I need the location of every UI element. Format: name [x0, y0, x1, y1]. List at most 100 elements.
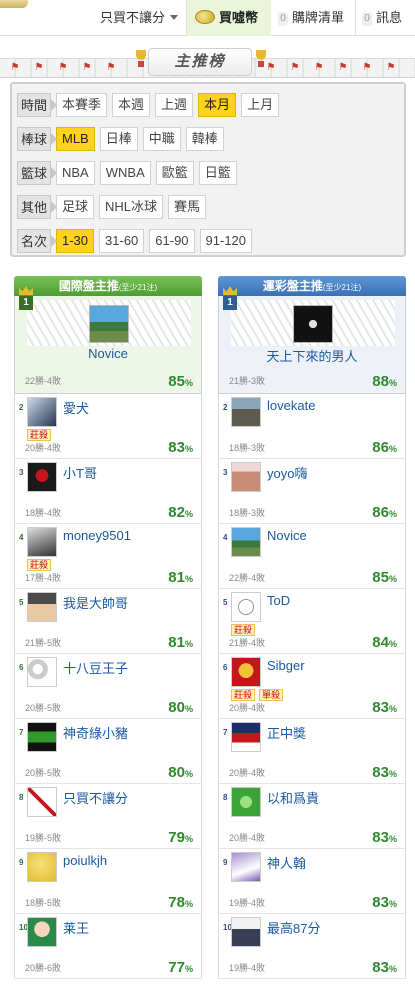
- ranking-list-item[interactable]: 6 Sibger 莊殺 單殺 20勝-4敗 83%: [218, 654, 406, 719]
- avatar[interactable]: [231, 852, 261, 882]
- tipster-name[interactable]: 以和爲貴: [267, 788, 319, 807]
- top-nav-bar: 只買不讓分 買噓幣 0 購牌清單 0 訊息: [0, 0, 415, 36]
- filter-option[interactable]: MLB: [56, 127, 95, 151]
- messages-link[interactable]: 0 訊息: [362, 0, 402, 36]
- ranking-list-item[interactable]: 3 小T哥 18勝-4敗 82%: [14, 459, 202, 524]
- tipster-name[interactable]: yoyo嗨: [267, 463, 307, 482]
- ranking-list-item[interactable]: 10 莱王 20勝-6敗 77%: [14, 914, 202, 979]
- avatar[interactable]: [27, 397, 57, 427]
- intl-picks-header[interactable]: 國際盤主推(至少21注): [14, 276, 202, 296]
- buy-coins-button[interactable]: 買噓幣: [187, 0, 271, 36]
- filter-option[interactable]: 61-90: [149, 229, 195, 253]
- filter-option[interactable]: 91-120: [199, 229, 253, 253]
- avatar[interactable]: [27, 787, 57, 817]
- ranking-list-item[interactable]: 3 yoyo嗨 18勝-3敗 86%: [218, 459, 406, 524]
- tipster-name[interactable]: 天上下來的男人: [219, 346, 405, 365]
- ranking-list-item[interactable]: 7 神奇綠小豬 20勝-5敗 80%: [14, 719, 202, 784]
- filter-option[interactable]: 日籃: [198, 161, 237, 185]
- avatar[interactable]: [231, 397, 261, 427]
- avatar[interactable]: [27, 657, 57, 687]
- tag-group: 莊殺: [27, 559, 55, 571]
- filter-option[interactable]: 上週: [155, 93, 194, 117]
- avatar[interactable]: [27, 917, 57, 947]
- coin-icon: [195, 10, 215, 24]
- tipster-name[interactable]: Sibger: [267, 658, 305, 673]
- tipster-name[interactable]: 愛犬: [63, 398, 89, 417]
- top-ranked-card[interactable]: 1 Novice 22勝-4敗 85%: [14, 286, 202, 394]
- ranking-list-item[interactable]: 4 Novice 22勝-4敗 85%: [218, 524, 406, 589]
- avatar[interactable]: [231, 917, 261, 947]
- site-logo[interactable]: [0, 0, 28, 8]
- ranking-list-item[interactable]: 7 正中獎 20勝-4敗 83%: [218, 719, 406, 784]
- avatar[interactable]: [231, 722, 261, 752]
- win-rate-value: 88: [372, 373, 389, 390]
- avatar[interactable]: [27, 852, 57, 882]
- filter-option[interactable]: WNBA: [99, 161, 151, 185]
- flag-icon: ⚑: [386, 62, 396, 73]
- avatar[interactable]: [27, 722, 57, 752]
- avatar[interactable]: [27, 527, 57, 557]
- win-loss-record: 18勝-5敗: [25, 898, 62, 908]
- tipster-name[interactable]: 只買不讓分: [63, 788, 128, 807]
- filter-option[interactable]: 本賽季: [56, 93, 108, 117]
- tipster-name[interactable]: ToD: [267, 593, 290, 608]
- rank-number: 8: [223, 793, 228, 802]
- avatar[interactable]: [231, 787, 261, 817]
- tipster-name[interactable]: 神奇綠小豬: [63, 723, 128, 742]
- filter-option[interactable]: 歐籃: [155, 161, 194, 185]
- tipster-name[interactable]: Novice: [267, 528, 307, 543]
- tipster-name[interactable]: 我是大帥哥: [63, 593, 128, 612]
- tipster-name[interactable]: 十八豆王子: [63, 658, 128, 677]
- filter-option[interactable]: NBA: [56, 161, 95, 185]
- tipster-name[interactable]: lovekate: [267, 398, 315, 413]
- filter-option[interactable]: 足球: [56, 195, 95, 219]
- win-loss-record: 21勝-5敗: [25, 638, 62, 648]
- filter-option[interactable]: 賽馬: [168, 195, 207, 219]
- lottery-picks-header[interactable]: 運彩盤主推(至少21注): [218, 276, 406, 296]
- ranking-list-item[interactable]: 9 poiulkjh 18勝-5敗 78%: [14, 849, 202, 914]
- win-rate-value: 85: [168, 373, 185, 390]
- avatar[interactable]: [231, 657, 261, 687]
- filter-option[interactable]: 本月: [198, 93, 237, 117]
- ranking-list-item[interactable]: 6 十八豆王子 20勝-5敗 80%: [14, 654, 202, 719]
- filter-option[interactable]: NHL冰球: [99, 195, 164, 219]
- ranking-list-item[interactable]: 4 money9501 莊殺 17勝-4敗 81%: [14, 524, 202, 589]
- avatar[interactable]: [293, 305, 333, 343]
- ranking-list-item[interactable]: 8 以和爲貴 20勝-4敗 83%: [218, 784, 406, 849]
- flag-icon: ⚑: [338, 62, 348, 73]
- avatar[interactable]: [231, 527, 261, 557]
- avatar[interactable]: [89, 305, 129, 343]
- tipster-name[interactable]: 最高87分: [267, 918, 320, 937]
- filter-option[interactable]: 31-60: [99, 229, 145, 253]
- filter-option[interactable]: 韓棒: [185, 127, 224, 151]
- ranking-list-item[interactable]: 2 lovekate 18勝-3敗 86%: [218, 394, 406, 459]
- ranking-list-item[interactable]: 10 最高87分 19勝-4敗 83%: [218, 914, 406, 979]
- ranking-list-item[interactable]: 5 ToD 莊殺 21勝-4敗 84%: [218, 589, 406, 654]
- tipster-name[interactable]: Novice: [15, 346, 201, 361]
- ranking-list-item[interactable]: 9 神人翰 19勝-4敗 83%: [218, 849, 406, 914]
- tipster-name[interactable]: 小T哥: [63, 463, 97, 482]
- rank-number: 2: [223, 403, 228, 412]
- ranking-list-item[interactable]: 8 只買不讓分 19勝-5敗 79%: [14, 784, 202, 849]
- tipster-name[interactable]: poiulkjh: [63, 853, 107, 868]
- filter-option[interactable]: 1-30: [56, 229, 95, 253]
- tipster-name[interactable]: 莱王: [63, 918, 89, 937]
- tipster-name[interactable]: 神人翰: [267, 853, 306, 872]
- filter-option[interactable]: 上月: [241, 93, 280, 117]
- avatar[interactable]: [27, 592, 57, 622]
- tipster-name[interactable]: 正中獎: [267, 723, 306, 742]
- top-ranked-card[interactable]: 1 天上下來的男人 21勝-3敗 88%: [218, 286, 406, 394]
- purchase-list-link[interactable]: 0 購牌清單: [278, 0, 344, 36]
- win-rate: 84%: [372, 634, 397, 651]
- user-dropdown[interactable]: 只買不讓分: [100, 0, 179, 36]
- ranking-list-item[interactable]: 2 愛犬 莊殺 20勝-4敗 83%: [14, 394, 202, 459]
- win-rate-unit: %: [388, 574, 397, 584]
- tipster-name[interactable]: money9501: [63, 528, 131, 543]
- filter-option[interactable]: 日棒: [99, 127, 138, 151]
- avatar[interactable]: [231, 462, 261, 492]
- avatar[interactable]: [27, 462, 57, 492]
- filter-option[interactable]: 中職: [142, 127, 181, 151]
- ranking-list-item[interactable]: 5 我是大帥哥 21勝-5敗 81%: [14, 589, 202, 654]
- filter-option[interactable]: 本週: [112, 93, 151, 117]
- avatar[interactable]: [231, 592, 261, 622]
